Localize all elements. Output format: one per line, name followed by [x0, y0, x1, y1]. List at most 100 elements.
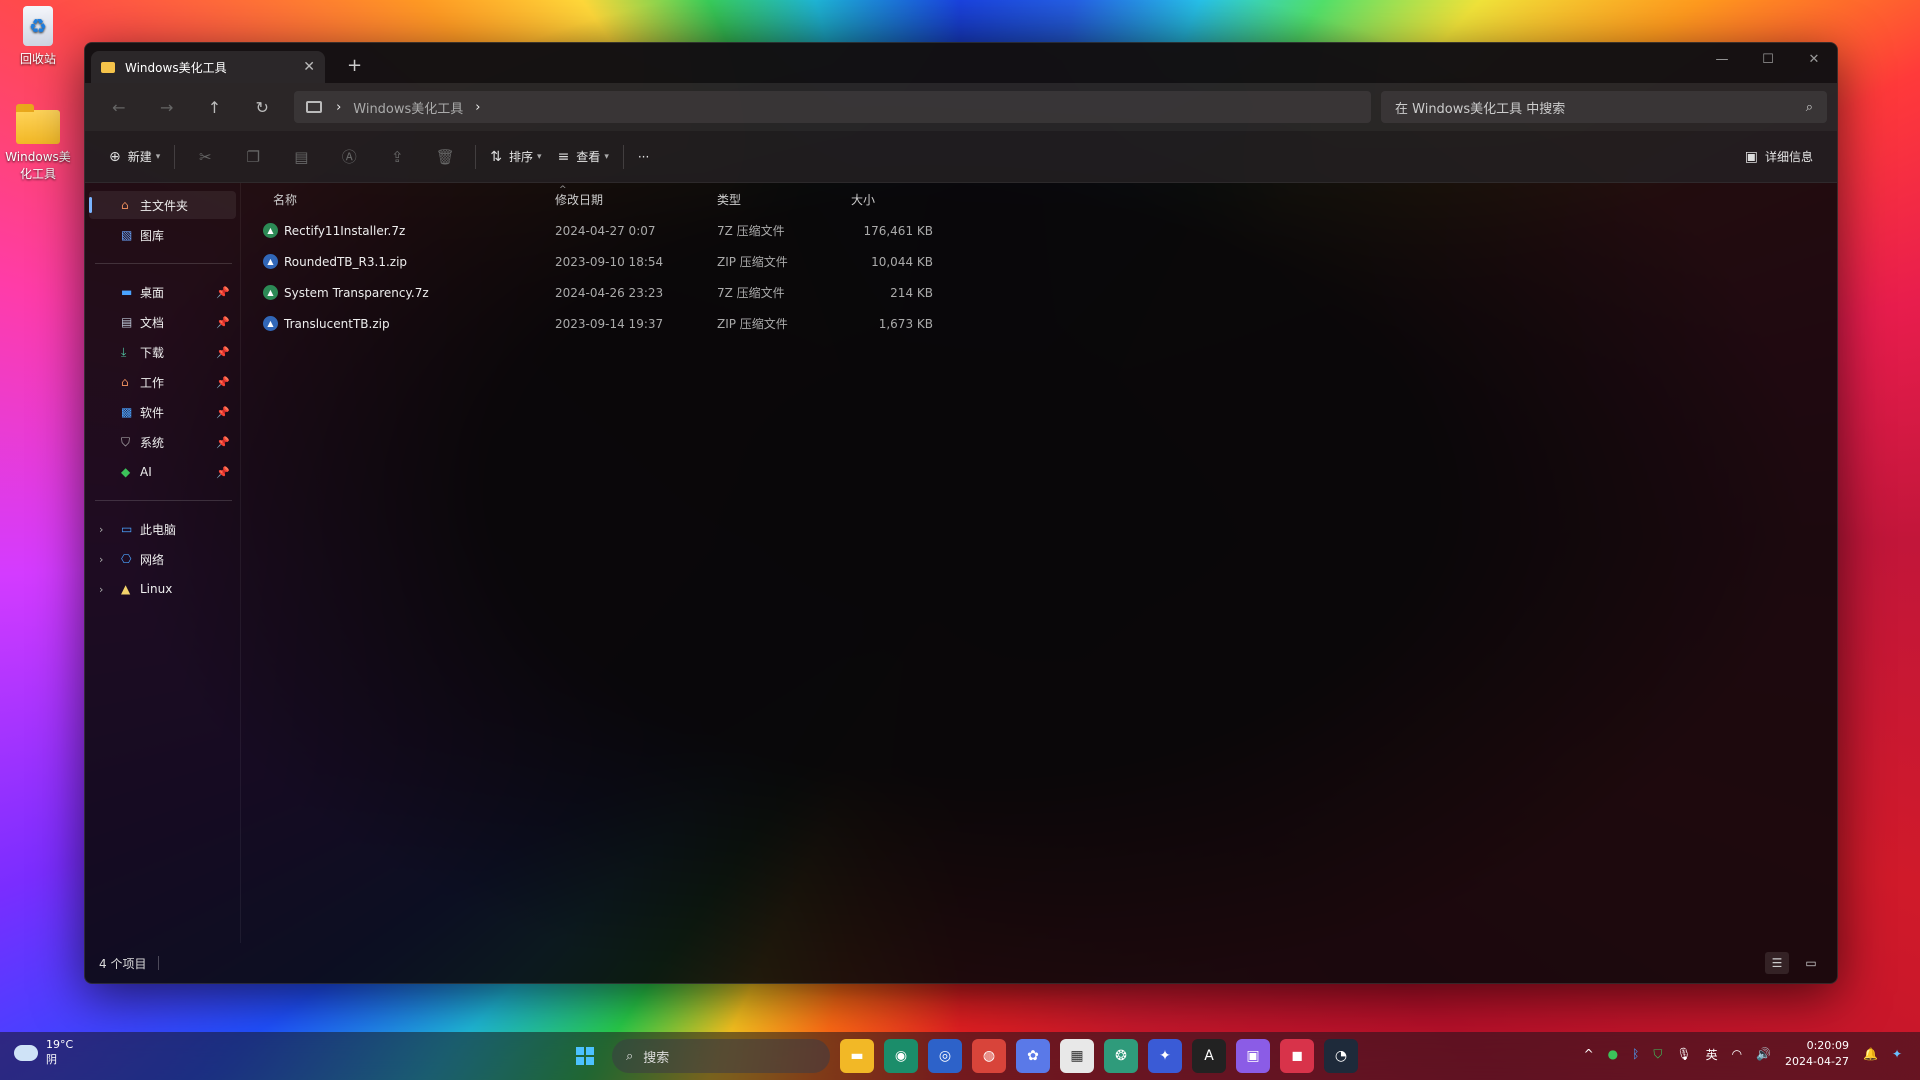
sort-label: 排序 [509, 150, 534, 164]
file-date: 2024-04-27 0:07 [555, 223, 656, 238]
taskbar-search[interactable]: ⌕ 搜索 [612, 1039, 830, 1073]
back-button[interactable]: ← [95, 91, 143, 123]
volume-icon[interactable]: 🔊 [1756, 1047, 1771, 1061]
cut-icon[interactable]: ✂ [181, 148, 229, 166]
photos-app-icon[interactable]: ✿ [1016, 1039, 1050, 1073]
sort-caret-icon: ^ [559, 185, 567, 195]
refresh-button[interactable]: ↻ [238, 91, 286, 123]
maximize-button[interactable]: ☐ [1745, 43, 1791, 75]
chat-app-icon[interactable]: ▣ [1236, 1039, 1270, 1073]
file-row[interactable]: ▲ Rectify11Installer.7z 2024-04-27 0:07 … [241, 215, 1837, 246]
chevron-right-icon[interactable]: › [99, 523, 103, 536]
chrome-app-icon[interactable]: ◍ [972, 1039, 1006, 1073]
item-count: 4 个项目 [99, 956, 147, 971]
file-row[interactable]: ▲ RoundedTB_R3.1.zip 2023-09-10 18:54 ZI… [241, 246, 1837, 277]
address-bar[interactable]: › Windows美化工具 › [294, 91, 1371, 123]
status-divider [158, 956, 160, 970]
bluetooth-icon[interactable]: ᛒ [1632, 1047, 1639, 1061]
sidebar-item-label: 桌面 [140, 285, 165, 300]
input-method[interactable]: 英 [1706, 1046, 1718, 1063]
chevron-up-icon[interactable]: ^ [1584, 1047, 1594, 1061]
view-button[interactable]: ≡ 查看 ▾ [550, 141, 617, 173]
navigation-bar: ← → ↑ ↻ › Windows美化工具 › 在 Windows美化工具 中搜… [85, 83, 1837, 131]
column-header-type[interactable]: 类型 [717, 191, 851, 208]
new-tab-button[interactable]: + [347, 57, 362, 75]
start-button[interactable] [568, 1039, 602, 1073]
chevron-down-icon: ▾ [537, 151, 542, 162]
messages-app-icon[interactable]: ◼ [1280, 1039, 1314, 1073]
sidebar-item-this-pc[interactable]: › ▭ 此电脑 [89, 515, 236, 543]
column-headers: ^ 名称 修改日期 类型 大小 [241, 183, 1837, 215]
details-view-icon[interactable]: ☰ [1765, 952, 1789, 974]
details-pane-button[interactable]: ▣ 详细信息 [1737, 141, 1821, 173]
file-row[interactable]: ▲ TranslucentTB.zip 2023-09-14 19:37 ZIP… [241, 308, 1837, 339]
wifi-icon[interactable]: ◠ [1732, 1047, 1742, 1061]
notification-bell-icon[interactable]: 🔔 [1863, 1047, 1878, 1061]
sidebar-item-ai[interactable]: ◆ AI 📌 [89, 458, 236, 486]
security-icon[interactable]: ⛉ [1653, 1047, 1662, 1062]
sidebar-item-label: 主文件夹 [140, 198, 189, 213]
paste-icon[interactable]: ▤ [277, 148, 325, 166]
close-button[interactable]: ✕ [1791, 43, 1837, 75]
share-icon[interactable]: ⇪ [373, 148, 421, 166]
minimize-button[interactable]: — [1699, 43, 1745, 75]
tiles-view-icon[interactable]: ▭ [1799, 952, 1823, 974]
file-row[interactable]: ▲ System Transparency.7z 2024-04-26 23:2… [241, 277, 1837, 308]
sidebar-item-software[interactable]: ▩ 软件 📌 [89, 398, 236, 426]
search-input[interactable]: 在 Windows美化工具 中搜索 ⌕ [1381, 91, 1827, 123]
up-button[interactable]: ↑ [191, 91, 239, 123]
sidebar-item-documents[interactable]: ▤ 文档 📌 [89, 308, 236, 336]
chevron-right-icon[interactable]: › [99, 553, 103, 566]
column-header-date[interactable]: 修改日期 [555, 191, 717, 208]
toolbar-divider [475, 144, 477, 169]
sort-button[interactable]: ⇅ 排序 ▾ [482, 141, 549, 173]
tab-close-icon[interactable]: ✕ [303, 59, 315, 75]
taskbar-apps: ⌕ 搜索 ▬ ◉ ◎ ◍ ✿ ▦ ❂ ✦ A ▣ ◼ ◔ [568, 1039, 1358, 1073]
search-placeholder: 在 Windows美化工具 中搜索 [1395, 101, 1566, 117]
chevron-down-icon: ▾ [604, 151, 609, 162]
new-button[interactable]: ⊕ 新建 ▾ [101, 141, 168, 173]
sidebar-item-work[interactable]: ⌂ 工作 📌 [89, 368, 236, 396]
sidebar-item-system[interactable]: ⛉ 系统 📌 [89, 428, 236, 456]
tab-windows-tools[interactable]: Windows美化工具 ✕ [91, 51, 325, 83]
file-explorer-app-icon[interactable]: ▬ [840, 1039, 874, 1073]
clock[interactable]: 0:20:09 2024-04-27 [1785, 1038, 1849, 1070]
copy-icon[interactable]: ❐ [229, 148, 277, 166]
sidebar-item-home[interactable]: ⌂ 主文件夹 [89, 191, 236, 219]
wechat-icon[interactable]: ● [1608, 1047, 1618, 1061]
copilot-app-icon[interactable]: ✦ [1148, 1039, 1182, 1073]
details-pane-icon: ▣ [1744, 148, 1758, 165]
copilot-tray-icon[interactable]: ✦ [1892, 1047, 1902, 1061]
ai-app-icon[interactable]: A [1192, 1039, 1226, 1073]
chevron-right-icon[interactable]: › [475, 100, 480, 115]
file-size: 176,461 KB [863, 223, 933, 238]
weather-temperature: 19°C [46, 1038, 74, 1051]
column-header-size[interactable]: 大小 [851, 191, 941, 208]
desktop-recycle-bin[interactable]: ♻ 回收站 [0, 6, 76, 67]
sidebar-item-linux[interactable]: › ▲ Linux [89, 575, 236, 603]
edge-app-icon[interactable]: ◉ [884, 1039, 918, 1073]
sidebar-item-downloads[interactable]: ⤓ 下载 📌 [89, 338, 236, 366]
software-folder-icon: ▩ [121, 405, 133, 419]
weather-widget[interactable]: 19°C 阴 [14, 1038, 73, 1067]
new-label: 新建 [127, 150, 152, 164]
browser-app-icon[interactable]: ◎ [928, 1039, 962, 1073]
sidebar-item-gallery[interactable]: ▧ 图库 [89, 221, 236, 249]
store-app-icon[interactable]: ▦ [1060, 1039, 1094, 1073]
file-size: 1,673 KB [878, 316, 933, 331]
breadcrumb[interactable]: Windows美化工具 [353, 98, 463, 117]
column-header-name[interactable]: 名称 [273, 191, 555, 208]
chevron-right-icon[interactable]: › [99, 583, 103, 596]
camera-app-icon[interactable]: ◔ [1324, 1039, 1358, 1073]
more-options-button[interactable]: ··· [630, 141, 657, 173]
home-icon: ⌂ [121, 198, 129, 212]
rename-icon[interactable]: Ⓐ [325, 146, 373, 167]
desktop-folder-windows-tools[interactable]: Windows美化工具 [0, 104, 76, 182]
forward-button[interactable]: → [143, 91, 191, 123]
microphone-icon[interactable]: 🎙 [1676, 1047, 1691, 1061]
sidebar-item-network[interactable]: › ⎔ 网络 [89, 545, 236, 573]
chatgpt-app-icon[interactable]: ❂ [1104, 1039, 1138, 1073]
delete-icon[interactable]: 🗑 [421, 148, 469, 166]
sidebar-item-desktop[interactable]: ▬ 桌面 📌 [89, 278, 236, 306]
pin-icon: 📌 [216, 315, 230, 329]
